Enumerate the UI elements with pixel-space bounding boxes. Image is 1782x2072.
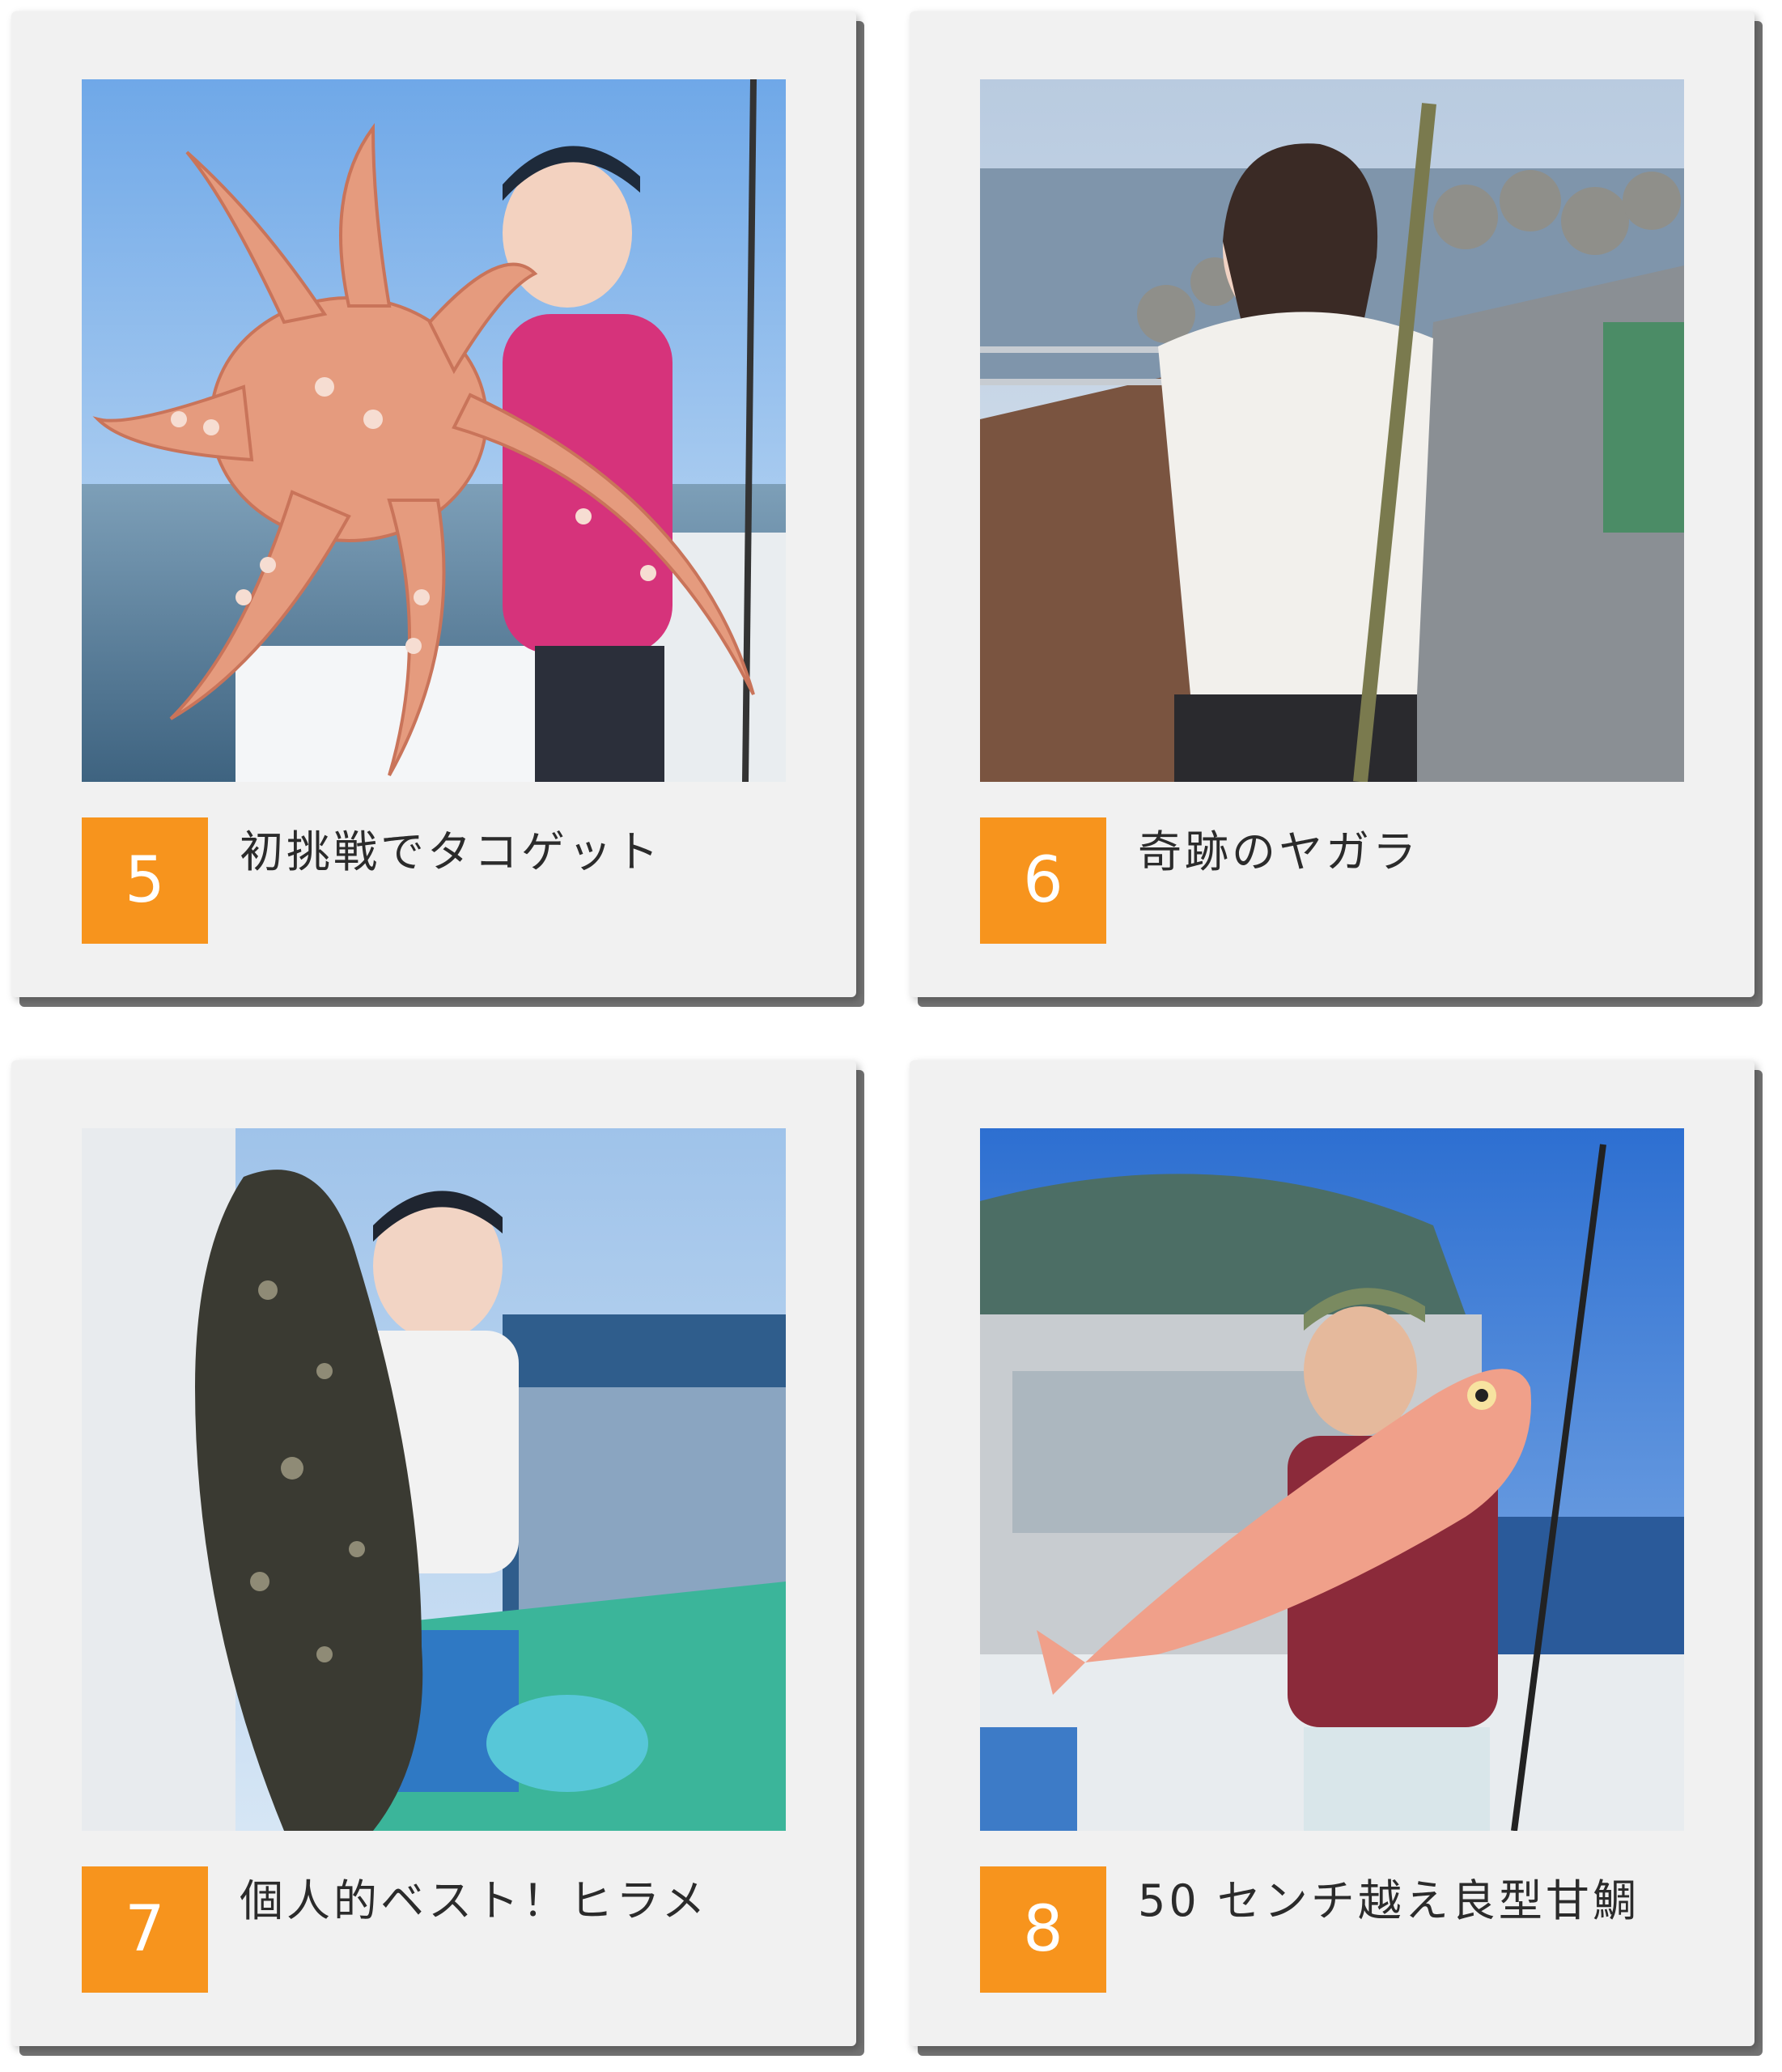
octopus-catch-photo — [82, 79, 786, 782]
item-number-badge: 5 — [82, 817, 208, 944]
item-number-badge: 7 — [82, 1866, 208, 1993]
item-number-badge: 8 — [980, 1866, 1106, 1993]
tilefish-catch-photo — [980, 1128, 1684, 1831]
card-caption: 奇跡のヤガラ — [1138, 826, 1419, 877]
card-caption: 個人的ベスト！ヒラメ — [240, 1875, 709, 1926]
cornetfish-catch-photo — [980, 79, 1684, 782]
photo-card-6: 6 奇跡のヤガラ — [910, 11, 1754, 997]
flounder-catch-photo — [82, 1128, 786, 1831]
photo-card-7: 7 個人的ベスト！ヒラメ — [11, 1060, 856, 2046]
photo-card-5: 5 初挑戦でタコゲット — [11, 11, 856, 997]
card-caption: 50 センチ越え良型甘鯛 — [1138, 1875, 1640, 1926]
photo-card-8: 8 50 センチ越え良型甘鯛 — [910, 1060, 1754, 2046]
item-number-badge: 6 — [980, 817, 1106, 944]
card-caption: 初挑戦でタコゲット — [240, 826, 662, 877]
